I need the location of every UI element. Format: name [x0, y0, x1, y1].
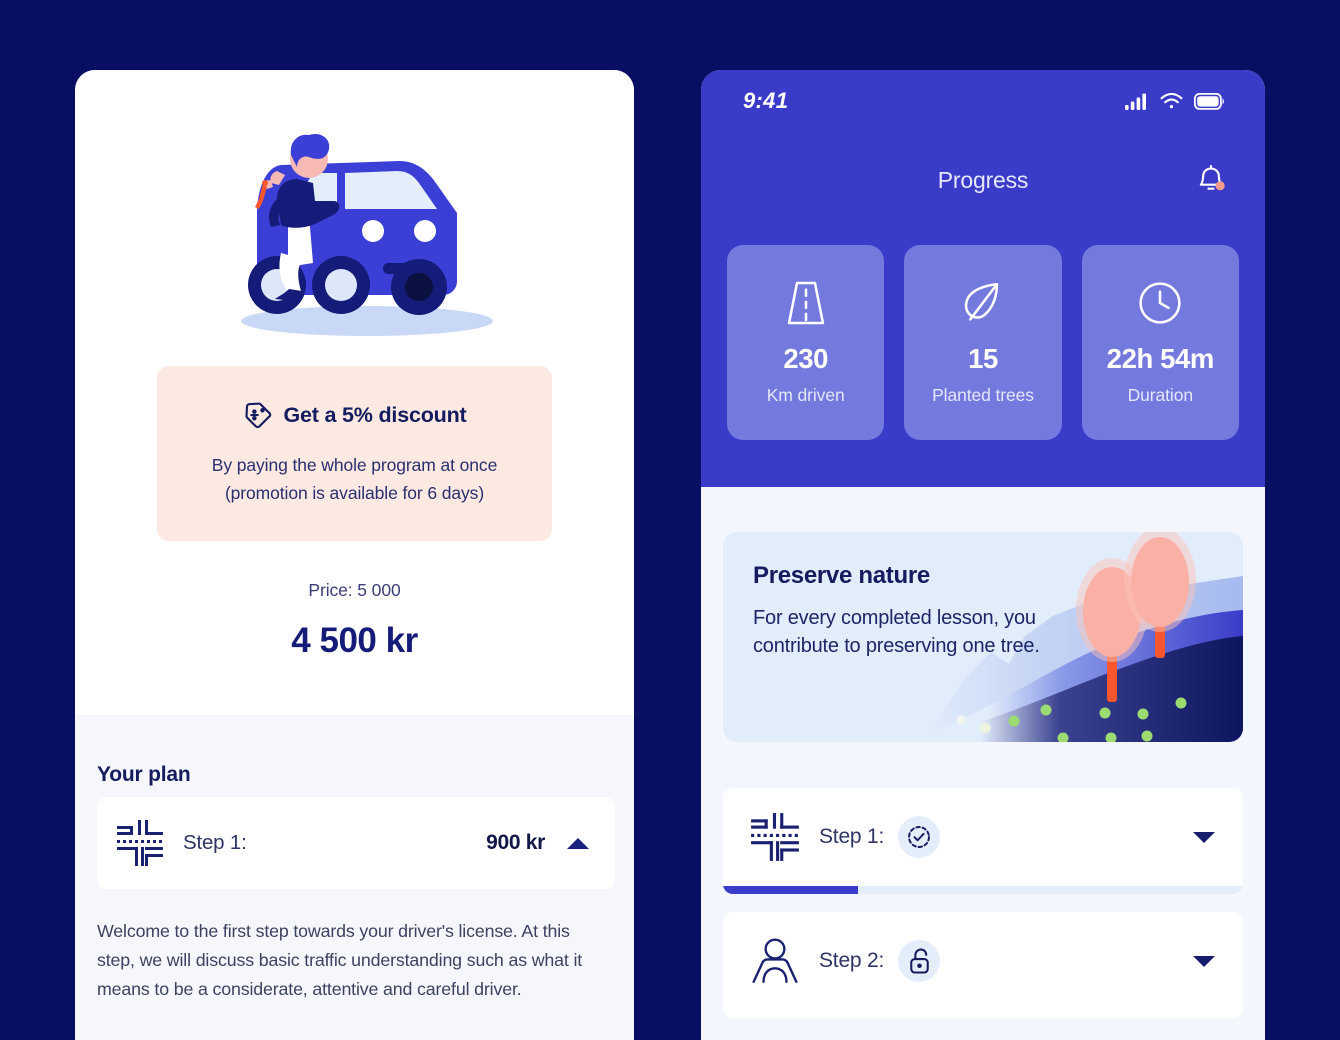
- stat-label: Planted trees: [932, 385, 1034, 405]
- discount-header: Get a 5% discount: [243, 400, 467, 430]
- stat-label: Km driven: [766, 385, 845, 405]
- crossroad-intersection-icon: [751, 813, 799, 861]
- status-bar-icons: [1125, 92, 1225, 110]
- status-bar: 9:41: [701, 70, 1265, 132]
- discount-promo-card: Get a 5% discount By paying the whole pr…: [157, 366, 552, 541]
- plan-step-1-label: Step 1:: [183, 831, 247, 854]
- check-circle-dashed-icon: [908, 826, 931, 848]
- price-tag-percent-icon: [244, 402, 271, 429]
- left-panel-plan-section: Your plan Step 1: 900 kr Welcome to the …: [75, 715, 634, 1040]
- stats-row: 230 Km driven 15 Planted trees 22h 54m D…: [727, 245, 1239, 440]
- progress-step-1-badge: [898, 816, 941, 858]
- preserve-nature-title: Preserve nature: [753, 562, 930, 589]
- progress-step-1-track: [723, 886, 1243, 894]
- hero-illustration: [75, 88, 634, 378]
- stat-card-planted-trees: 15 Planted trees: [904, 245, 1062, 440]
- notification-button[interactable]: [1189, 158, 1233, 202]
- person-icon: [752, 938, 798, 983]
- preserve-nature-card: Preserve nature For every completed less…: [723, 532, 1243, 742]
- stat-value: 15: [968, 343, 998, 374]
- progress-step-1-toggle[interactable]: [1193, 831, 1215, 843]
- progress-step-1-card[interactable]: Step 1:: [723, 788, 1243, 894]
- left-panel-top-section: Get a 5% discount By paying the whole pr…: [75, 70, 634, 715]
- discount-subtitle-line2: (promotion is available for 6 days): [224, 482, 485, 503]
- discounted-price: 4 500 kr: [291, 621, 418, 660]
- progress-step-1-label: Step 1:: [819, 825, 885, 848]
- original-price: Price: 5 000: [308, 580, 401, 600]
- progress-step-2-label: Step 2:: [819, 949, 885, 972]
- progress-step-2-badge: [898, 940, 941, 982]
- stat-label: Duration: [1127, 385, 1193, 405]
- progress-step-2-row[interactable]: Step 2:: [723, 912, 1243, 1010]
- plan-step-1-description: Welcome to the first step towards your d…: [97, 921, 583, 999]
- notification-bell-icon: [1199, 164, 1225, 191]
- road-icon: [787, 281, 824, 325]
- cellular-signal-icon: [1125, 93, 1146, 110]
- progress-header: 9:41 Progress 230 Km driven 15 Planted t…: [701, 70, 1265, 487]
- stat-icon-wrap: [785, 279, 827, 327]
- discount-title: Get a 5% discount: [283, 402, 467, 427]
- progress-step-1-fill: [723, 886, 859, 894]
- wifi-icon: [1160, 92, 1183, 108]
- stat-value: 22h 54m: [1106, 343, 1215, 374]
- stat-value: 230: [783, 343, 828, 374]
- battery-icon: [1194, 92, 1224, 110]
- stat-card-duration: 22h 54m Duration: [1081, 245, 1239, 440]
- leaf-icon: [964, 282, 999, 321]
- person-leaning-on-car-illustration: [240, 133, 493, 336]
- preserve-nature-text: Preserve nature For every completed less…: [753, 562, 1043, 661]
- nav-bar: Progress: [701, 155, 1265, 205]
- preserve-nature-body: For every completed lesson, you contribu…: [753, 607, 1040, 658]
- progress-step-1-row[interactable]: Step 1:: [723, 788, 1243, 886]
- unlocked-padlock-icon: [909, 948, 929, 974]
- stat-icon-wrap: [960, 279, 1006, 327]
- crossroad-intersection-icon: [117, 820, 163, 866]
- left-phone-panel: Get a 5% discount By paying the whole pr…: [75, 70, 634, 1040]
- clock-icon: [1139, 282, 1181, 324]
- status-bar-time: 9:41: [743, 88, 789, 113]
- chevron-down-icon[interactable]: [1193, 831, 1215, 843]
- chevron-up-icon[interactable]: [567, 837, 589, 849]
- plan-step-1-price: 900 kr: [486, 831, 545, 854]
- right-phone-panel: 9:41 Progress 230 Km driven 15 Planted t…: [701, 70, 1265, 1040]
- discount-subtitle-line1: By paying the whole program at once: [211, 455, 498, 476]
- progress-step-2-card[interactable]: Step 2:: [723, 912, 1243, 1018]
- chevron-down-icon[interactable]: [1193, 955, 1215, 967]
- your-plan-heading: Your plan: [97, 763, 191, 786]
- stat-card-km-driven: 230 Km driven: [727, 245, 885, 440]
- stat-icon-wrap: [1137, 279, 1183, 327]
- progress-step-2-toggle[interactable]: [1193, 955, 1215, 967]
- plan-step-1-row[interactable]: Step 1: 900 kr: [97, 797, 615, 889]
- price-block: Price: 5 000 4 500 kr: [75, 580, 634, 661]
- page-title: Progress: [937, 166, 1029, 193]
